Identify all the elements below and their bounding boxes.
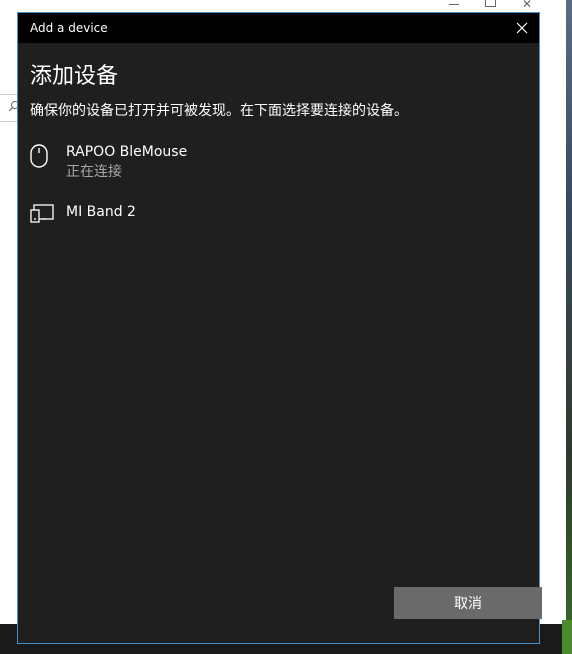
background-maximize-icon[interactable] (484, 0, 496, 7)
page-title: 添加设备 (30, 64, 119, 89)
add-device-dialog: Add a device 添加设备 确保你的设备已打开并可被发现。在下面选择要连… (17, 12, 542, 644)
dialog-window-title: Add a device (30, 21, 108, 35)
dialog-titlebar[interactable]: Add a device (18, 13, 539, 43)
device-name: RAPOO BleMouse (66, 144, 188, 160)
device-name: MI Band 2 (66, 204, 136, 220)
background-desktop-image (566, 0, 572, 654)
background-minimize-icon[interactable] (448, 4, 459, 10)
close-icon (516, 22, 528, 34)
device-icon (30, 202, 66, 224)
device-status: 正在连接 (66, 164, 122, 180)
background-window-controls: ✕ (448, 0, 532, 10)
device-item-rapoo-blemouse[interactable]: RAPOO BleMouse 正在连接 (30, 142, 527, 202)
dialog-instructions: 确保你的设备已打开并可被发现。在下面选择要连接的设备。 (30, 103, 408, 119)
dialog-body: 添加设备 确保你的设备已打开并可被发现。在下面选择要连接的设备。 RAPOO B… (18, 62, 539, 262)
device-list: RAPOO BleMouse 正在连接 MI Band 2 (30, 142, 527, 262)
background-close-icon[interactable]: ✕ (522, 0, 532, 10)
cancel-button[interactable]: 取消 (394, 587, 542, 619)
background-desktop-corner (562, 620, 572, 654)
dialog-close-button[interactable] (505, 13, 539, 43)
device-item-mi-band-2[interactable]: MI Band 2 (30, 202, 527, 262)
mouse-icon (30, 142, 66, 168)
